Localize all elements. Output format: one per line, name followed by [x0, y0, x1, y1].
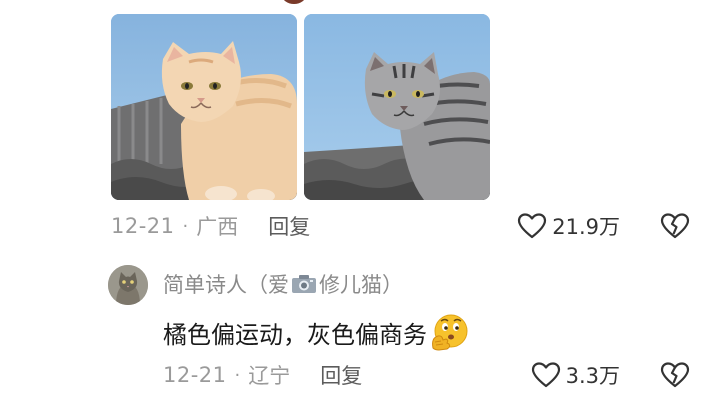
comment-image-gray-tabby[interactable]	[304, 14, 490, 200]
heart-outline-icon	[531, 362, 560, 388]
previous-avatar-edge	[282, 0, 306, 4]
comment-thread: 12-21 · 广西 回复 21.9万 简单诗人（爱 修儿猫） 橘色偏运动，灰色…	[0, 0, 720, 405]
reply-button[interactable]: 回复	[268, 211, 310, 241]
reply-text: 橘色偏运动，灰色偏商务	[163, 320, 427, 349]
reply-like-count: 3.3万	[565, 364, 620, 388]
reply-like-button[interactable]: 3.3万	[531, 360, 620, 390]
reply-dislike-button[interactable]	[660, 361, 690, 389]
heart-outline-icon	[518, 213, 547, 239]
meta-separator: ·	[234, 364, 241, 386]
comment-date: 12-21	[111, 214, 175, 238]
broken-heart-icon	[660, 213, 690, 239]
avatar-icon	[108, 265, 148, 305]
cat-avatar[interactable]	[108, 265, 148, 305]
reply-body: 橘色偏运动，灰色偏商务	[163, 312, 469, 352]
camera-icon	[292, 275, 316, 293]
orange-cat-photo-icon	[111, 14, 297, 200]
reply-meta-row: 12-21 · 辽宁 回复 3.3万	[163, 360, 690, 390]
gray-tabby-cat-photo-icon	[304, 14, 490, 200]
thinking-hand-face-emoji-icon	[432, 314, 468, 351]
dislike-button[interactable]	[660, 212, 690, 240]
reply-date: 12-21	[163, 363, 227, 387]
like-button[interactable]: 21.9万	[517, 211, 620, 241]
reply-username[interactable]: 简单诗人（爱 修儿猫）	[163, 269, 403, 299]
meta-separator: ·	[182, 215, 189, 237]
like-count: 21.9万	[552, 215, 620, 239]
comment-meta-row: 12-21 · 广西 回复 21.9万	[111, 211, 690, 241]
reply-to-reply-button[interactable]: 回复	[320, 360, 362, 390]
reply-location: 辽宁	[248, 364, 291, 388]
comment-location: 广西	[196, 215, 239, 239]
comment-image-orange-cat[interactable]	[111, 14, 297, 200]
broken-heart-icon	[660, 362, 690, 388]
